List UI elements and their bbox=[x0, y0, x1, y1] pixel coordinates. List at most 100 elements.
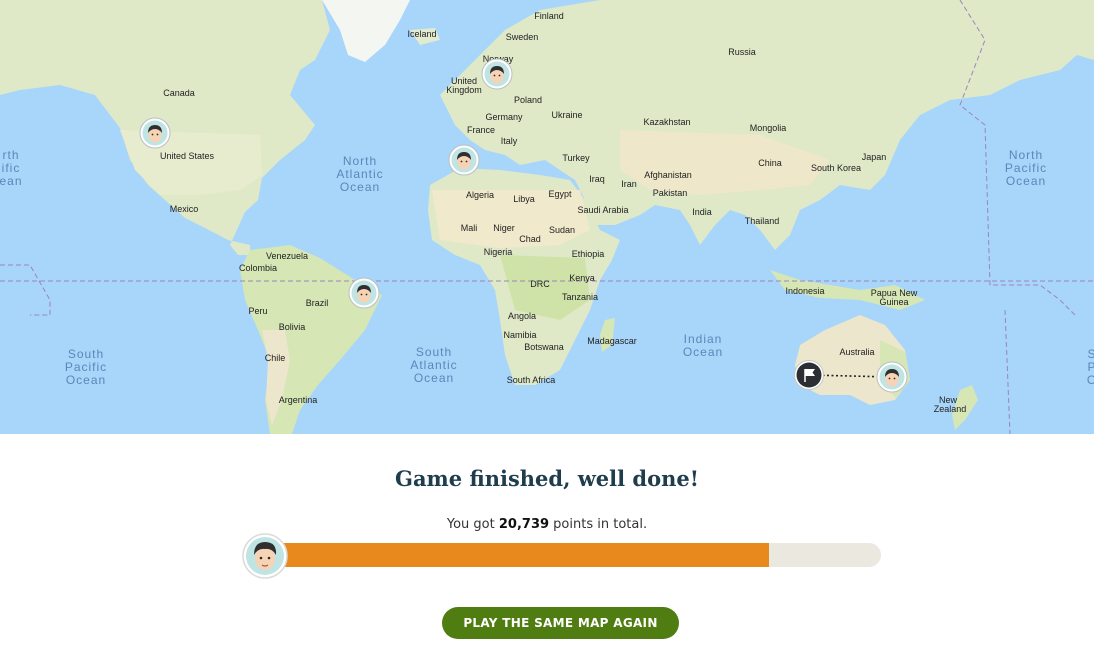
country-label: Kenya bbox=[569, 273, 595, 283]
score-value: 20,739 bbox=[498, 517, 550, 532]
country-label: Indonesia bbox=[785, 286, 824, 296]
game-finished-title: Game finished, well done! bbox=[395, 466, 699, 491]
country-label: Chile bbox=[265, 353, 286, 363]
player-avatar-icon bbox=[876, 361, 908, 393]
country-label: Ethiopia bbox=[572, 249, 605, 259]
country-label: Turkey bbox=[562, 153, 590, 163]
ocean-label-line: Pacific bbox=[1005, 161, 1047, 175]
player-avatar-icon bbox=[139, 117, 171, 149]
ocean-label: SPO bbox=[1087, 347, 1094, 387]
flag-icon bbox=[794, 360, 824, 390]
ocean-label: NorthAtlanticOcean bbox=[336, 154, 383, 194]
ocean-label-line: S bbox=[1087, 347, 1094, 361]
ocean-label: SouthPacificOcean bbox=[65, 347, 107, 387]
country-label: Thailand bbox=[745, 216, 780, 226]
country-label: Iraq bbox=[589, 174, 605, 184]
player-avatar-icon bbox=[242, 533, 288, 579]
country-label: Russia bbox=[728, 47, 756, 57]
result-panel: Game finished, well done! You got 20,739… bbox=[0, 434, 1094, 670]
country-label: Kazakhstan bbox=[643, 117, 690, 127]
guess-marker[interactable] bbox=[448, 144, 480, 176]
country-label: Australia bbox=[839, 347, 874, 357]
guess-marker[interactable] bbox=[139, 117, 171, 149]
ocean-label: IndianOcean bbox=[683, 332, 723, 359]
country-label: Zealand bbox=[934, 404, 967, 414]
player-avatar-icon bbox=[448, 144, 480, 176]
play-same-map-again-button[interactable]: PLAY THE SAME MAP AGAIN bbox=[442, 607, 679, 639]
ocean-label-line: P bbox=[1087, 360, 1094, 374]
world-map[interactable]: FinlandSwedenIcelandNorwayRussiaUnitedKi… bbox=[0, 0, 1094, 434]
country-label: South Korea bbox=[811, 163, 861, 173]
ocean-label: SouthAtlanticOcean bbox=[410, 345, 457, 385]
target-location-marker[interactable] bbox=[794, 360, 824, 390]
score-suffix: points in total. bbox=[549, 517, 648, 532]
score-summary: You got 20,739 points in total. bbox=[0, 517, 1094, 532]
player-avatar-icon bbox=[348, 277, 380, 309]
country-label: Angola bbox=[508, 311, 536, 321]
country-label: Canada bbox=[163, 88, 195, 98]
score-progress-fill bbox=[260, 543, 770, 567]
ocean-label-line: Ocean bbox=[66, 373, 106, 387]
country-label: Algeria bbox=[466, 190, 494, 200]
country-label: Finland bbox=[534, 11, 564, 21]
ocean-label-line: O bbox=[1087, 373, 1094, 387]
ocean-label: rthificean bbox=[0, 148, 23, 188]
target-flag-marker[interactable] bbox=[794, 360, 824, 390]
country-label: Niger bbox=[493, 223, 515, 233]
country-label: Saudi Arabia bbox=[577, 205, 628, 215]
country-label: Bolivia bbox=[279, 322, 306, 332]
player-avatar-icon bbox=[481, 58, 513, 90]
country-label: Sudan bbox=[549, 225, 575, 235]
country-label: Pakistan bbox=[653, 188, 688, 198]
ocean-label-line: Indian bbox=[684, 332, 723, 346]
country-label: Mali bbox=[461, 223, 478, 233]
country-label: India bbox=[692, 207, 712, 217]
country-label: Argentina bbox=[279, 395, 318, 405]
score-prefix: You got bbox=[446, 517, 499, 532]
guess-marker[interactable] bbox=[348, 277, 380, 309]
country-label: Egypt bbox=[548, 189, 572, 199]
country-label: Tanzania bbox=[562, 292, 598, 302]
country-label: Poland bbox=[514, 95, 542, 105]
country-label: DRC bbox=[530, 279, 550, 289]
country-label: Kingdom bbox=[446, 85, 482, 95]
ocean-label-line: South bbox=[68, 347, 104, 361]
ocean-label-line: Ocean bbox=[683, 345, 723, 359]
country-label: Botswana bbox=[524, 342, 564, 352]
country-label: Sweden bbox=[506, 32, 539, 42]
country-label: Italy bbox=[501, 136, 518, 146]
ocean-label: NorthPacificOcean bbox=[1005, 148, 1047, 188]
ocean-label-line: Ocean bbox=[340, 180, 380, 194]
ocean-label-line: Pacific bbox=[65, 360, 107, 374]
score-progress-bar bbox=[260, 543, 881, 567]
ocean-label-line: ean bbox=[0, 174, 23, 188]
country-label: Brazil bbox=[306, 298, 329, 308]
country-label: Mexico bbox=[170, 204, 199, 214]
country-label: South Africa bbox=[507, 375, 556, 385]
country-label: Colombia bbox=[239, 263, 277, 273]
world-map-canvas[interactable]: FinlandSwedenIcelandNorwayRussiaUnitedKi… bbox=[0, 0, 1094, 434]
ocean-label-line: North bbox=[343, 154, 377, 168]
ocean-label-line: ific bbox=[2, 161, 21, 175]
country-label: Mongolia bbox=[750, 123, 787, 133]
ocean-label-line: Ocean bbox=[414, 371, 454, 385]
country-label: Venezuela bbox=[266, 251, 308, 261]
country-label: Iran bbox=[621, 179, 637, 189]
country-label: Ukraine bbox=[551, 110, 582, 120]
country-label: France bbox=[467, 125, 495, 135]
country-label: Iceland bbox=[407, 29, 436, 39]
guess-marker[interactable] bbox=[876, 361, 908, 393]
country-label: Germany bbox=[485, 112, 523, 122]
country-label: Peru bbox=[248, 306, 267, 316]
country-label: Libya bbox=[513, 194, 535, 204]
country-label: Nigeria bbox=[484, 247, 513, 257]
country-label: Namibia bbox=[503, 330, 536, 340]
country-label: Afghanistan bbox=[644, 170, 692, 180]
country-label: Guinea bbox=[879, 297, 908, 307]
country-label: Japan bbox=[862, 152, 887, 162]
guess-marker[interactable] bbox=[481, 58, 513, 90]
ocean-label-line: Atlantic bbox=[410, 358, 457, 372]
country-label: United States bbox=[160, 151, 215, 161]
country-label: China bbox=[758, 158, 782, 168]
ocean-label-line: Atlantic bbox=[336, 167, 383, 181]
